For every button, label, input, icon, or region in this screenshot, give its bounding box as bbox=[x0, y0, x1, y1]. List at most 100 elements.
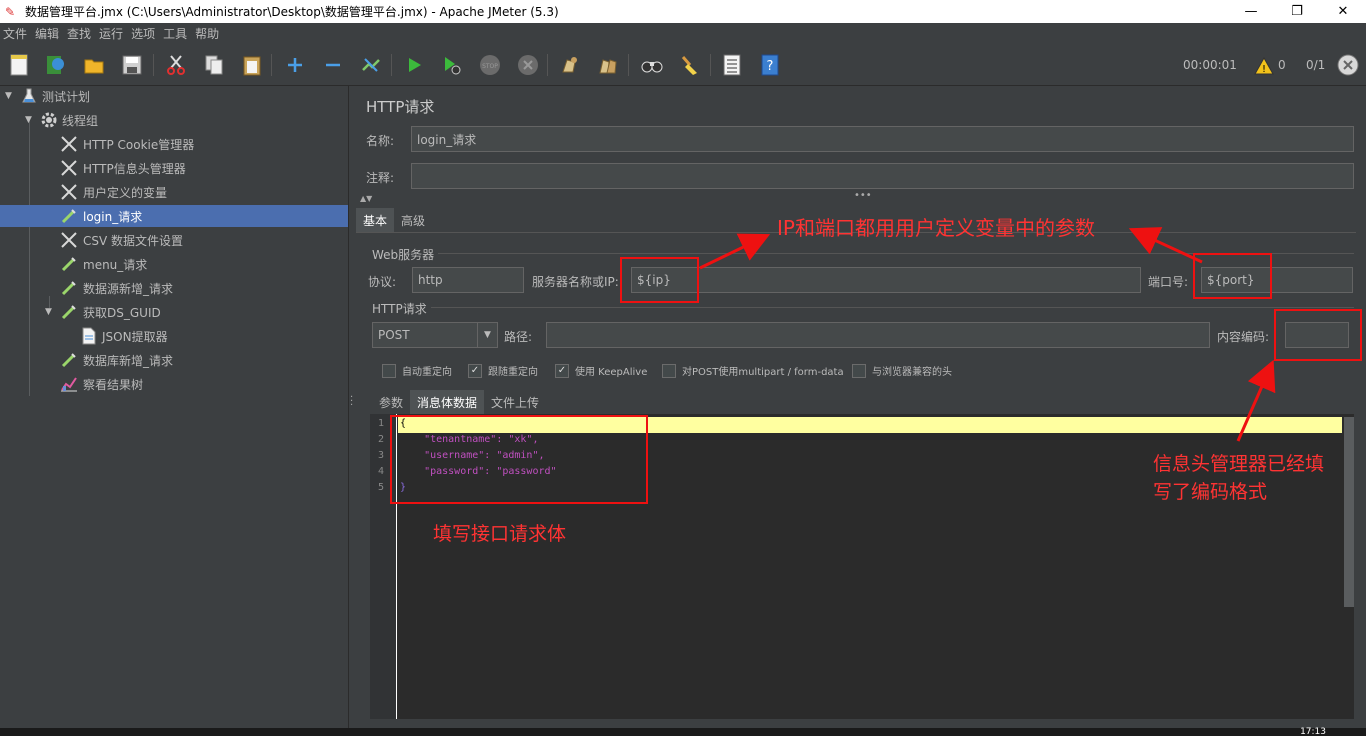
tree-node-login-request[interactable]: login_请求 bbox=[0, 205, 348, 227]
expand-plus-icon[interactable] bbox=[283, 53, 307, 77]
toggle-icon[interactable] bbox=[359, 53, 383, 77]
checkbox-follow-redirect[interactable]: ✓ 跟随重定向 bbox=[468, 363, 538, 378]
tree-node-json-extractor[interactable]: JSON提取器 bbox=[0, 325, 348, 347]
tab-basic[interactable]: 基本 bbox=[356, 208, 395, 232]
collapse-handle[interactable]: ▲▼ ••• bbox=[356, 190, 1366, 204]
tree-node-test-plan[interactable]: ▼ 测试计划 bbox=[0, 85, 348, 107]
checkbox-multipart[interactable]: 对POST使用multipart / form-data bbox=[662, 363, 844, 378]
function-helper-icon[interactable] bbox=[720, 53, 744, 77]
protocol-field[interactable]: http bbox=[412, 267, 524, 293]
document-icon bbox=[80, 327, 98, 345]
collapse-arrow-icon[interactable]: ▼ bbox=[25, 115, 35, 125]
shutdown-icon[interactable] bbox=[516, 53, 540, 77]
menu-file[interactable]: 文件 bbox=[3, 25, 27, 42]
clear-all-icon[interactable] bbox=[596, 53, 620, 77]
menu-tools[interactable]: 工具 bbox=[163, 25, 187, 42]
dropdown-arrow-icon[interactable]: ▼ bbox=[477, 323, 497, 347]
clear-icon[interactable] bbox=[558, 53, 582, 77]
tree-node-menu-request[interactable]: menu_请求 bbox=[0, 253, 348, 275]
new-file-icon[interactable] bbox=[7, 53, 31, 77]
collapse-arrow-icon[interactable]: ▼ bbox=[45, 307, 55, 317]
svg-text:?: ? bbox=[767, 59, 774, 74]
svg-text:STOP: STOP bbox=[482, 63, 498, 70]
editor-scrollbar[interactable] bbox=[1344, 417, 1354, 607]
annotation-header-line2: 写了编码格式 bbox=[1153, 481, 1268, 503]
checkbox-box[interactable] bbox=[852, 363, 866, 378]
comment-label: 注释: bbox=[366, 171, 395, 185]
checkbox-box[interactable]: ✓ bbox=[555, 363, 569, 378]
menu-help[interactable]: 帮助 bbox=[195, 25, 219, 42]
collapse-minus-icon[interactable] bbox=[321, 53, 345, 77]
help-icon[interactable]: ? bbox=[758, 53, 782, 77]
menu-search[interactable]: 查找 bbox=[67, 25, 91, 42]
annotation-box-body bbox=[390, 415, 648, 504]
name-field[interactable]: login_请求 bbox=[411, 126, 1354, 152]
web-server-legend: Web服务器 bbox=[372, 248, 435, 262]
tree-node-cookie-manager[interactable]: HTTP Cookie管理器 bbox=[0, 133, 348, 155]
start-icon[interactable] bbox=[402, 53, 426, 77]
tree-node-header-manager[interactable]: HTTP信息头管理器 bbox=[0, 157, 348, 179]
jmeter-feather-icon: ✎ bbox=[5, 4, 16, 19]
menu-run[interactable]: 运行 bbox=[99, 25, 123, 42]
window-title: 数据管理平台.jmx (C:\Users\Administrator\Deskt… bbox=[25, 5, 559, 19]
http-request-legend: HTTP请求 bbox=[372, 302, 427, 316]
checkbox-browser-headers[interactable]: 与浏览器兼容的头 bbox=[852, 363, 952, 378]
split-pane-divider[interactable]: · · · bbox=[349, 86, 355, 728]
checkbox-box[interactable] bbox=[382, 363, 396, 378]
body-tabs: 参数 消息体数据 文件上传 bbox=[372, 390, 546, 414]
pipette-icon bbox=[60, 255, 78, 273]
tab-advanced[interactable]: 高级 bbox=[394, 208, 432, 232]
tree-node-datasource-add[interactable]: 数据源新增_请求 bbox=[0, 277, 348, 299]
comment-field[interactable] bbox=[411, 163, 1354, 189]
pipette-icon bbox=[60, 207, 78, 225]
open-folder-icon[interactable] bbox=[82, 53, 106, 77]
jmeter-window: ✎ 数据管理平台.jmx (C:\Users\Administrator\Des… bbox=[0, 0, 1366, 736]
tree-node-database-add[interactable]: 数据库新增_请求 bbox=[0, 349, 348, 371]
checkbox-box[interactable]: ✓ bbox=[468, 363, 482, 378]
templates-icon[interactable] bbox=[43, 53, 67, 77]
collapse-arrow-icon[interactable]: ▼ bbox=[5, 91, 15, 101]
tree-node-user-variables[interactable]: 用户定义的变量 bbox=[0, 181, 348, 203]
copy-icon[interactable] bbox=[202, 53, 226, 77]
gear-icon bbox=[40, 111, 58, 129]
checkbox-keepalive[interactable]: ✓ 使用 KeepAlive bbox=[555, 363, 647, 378]
tab-parameters[interactable]: 参数 bbox=[372, 390, 410, 414]
tab-body-data[interactable]: 消息体数据 bbox=[410, 390, 485, 414]
reset-search-broom-icon[interactable] bbox=[678, 53, 702, 77]
flask-icon bbox=[20, 87, 38, 105]
save-icon[interactable] bbox=[120, 53, 144, 77]
paste-icon[interactable] bbox=[240, 53, 264, 77]
cut-icon[interactable] bbox=[164, 53, 188, 77]
server-field[interactable]: ${ip} bbox=[631, 267, 1141, 293]
checkbox-box[interactable] bbox=[662, 363, 676, 378]
menu-edit[interactable]: 编辑 bbox=[35, 25, 59, 42]
config-tabs: 基本 高级 bbox=[356, 208, 432, 232]
method-select[interactable]: POST ▼ bbox=[372, 322, 498, 348]
taskbar-clock: 17:13 bbox=[1300, 727, 1326, 736]
wrench-icon bbox=[60, 231, 78, 249]
close-button[interactable]: ✕ bbox=[1320, 0, 1366, 23]
search-binoculars-icon[interactable] bbox=[640, 53, 664, 77]
minimize-button[interactable]: — bbox=[1228, 0, 1274, 23]
protocol-label: 协议: bbox=[368, 275, 397, 289]
toolbar: STOP ? 00:00:01 ! 0 0/1 bbox=[0, 44, 1366, 86]
checkbox-auto-redirect[interactable]: 自动重定向 bbox=[382, 363, 452, 378]
tree-node-get-ds-guid[interactable]: ▼ 获取DS_GUID bbox=[0, 301, 348, 323]
annotation-body: 填写接口请求体 bbox=[433, 523, 567, 545]
tree-node-thread-group[interactable]: ▼ 线程组 bbox=[0, 109, 348, 131]
wrench-icon bbox=[60, 183, 78, 201]
restore-button[interactable]: ❐ bbox=[1274, 0, 1320, 23]
tree-node-csv-dataset[interactable]: CSV 数据文件设置 bbox=[0, 229, 348, 251]
path-field[interactable] bbox=[546, 322, 1210, 348]
warning-icon[interactable]: ! bbox=[1252, 54, 1276, 78]
annotation-box-encoding bbox=[1274, 309, 1362, 361]
tree-node-results-tree[interactable]: 察看结果树 bbox=[0, 373, 348, 395]
start-no-pause-icon[interactable] bbox=[440, 53, 464, 77]
annotation-top: IP和端口都用用户定义变量中的参数 bbox=[777, 216, 1095, 240]
wrench-icon bbox=[60, 135, 78, 153]
pipette-icon bbox=[60, 279, 78, 297]
stop-icon[interactable]: STOP bbox=[478, 53, 502, 77]
menu-options[interactable]: 选项 bbox=[131, 25, 155, 42]
tab-file-upload[interactable]: 文件上传 bbox=[484, 390, 546, 414]
port-label: 端口号: bbox=[1148, 275, 1189, 289]
